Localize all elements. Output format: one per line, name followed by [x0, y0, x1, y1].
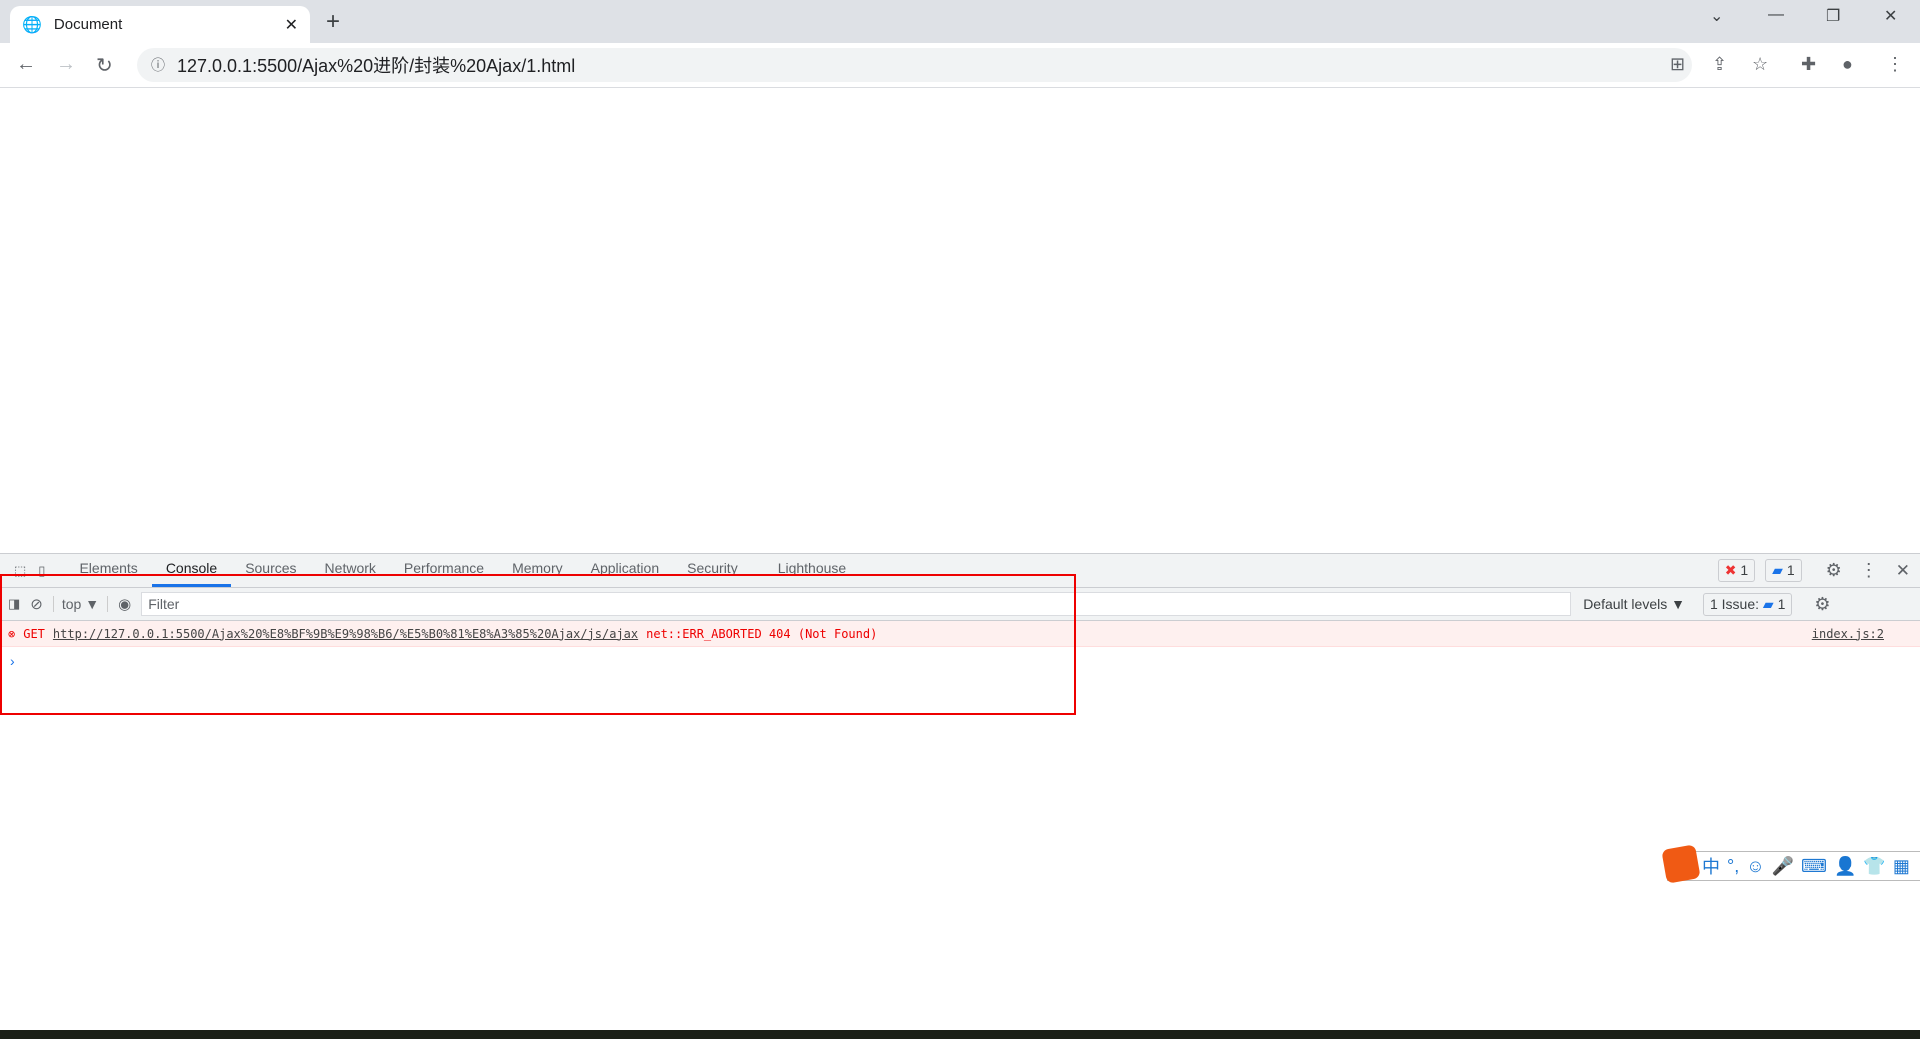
- settings-icon[interactable]: ⚙: [1826, 560, 1842, 581]
- tab-memory[interactable]: Memory: [498, 553, 577, 587]
- address-bar[interactable]: ⓘ 127.0.0.1:5500/Ajax%20进阶/封装%20Ajax/1.h…: [137, 48, 1692, 82]
- skin-shirt-icon[interactable]: 👕: [1863, 856, 1885, 877]
- reload-button[interactable]: ↻: [96, 53, 113, 78]
- profile-avatar[interactable]: ●: [1842, 54, 1853, 75]
- tab-sources[interactable]: Sources: [231, 553, 310, 587]
- error-message: net::ERR_ABORTED 404 (Not Found): [646, 626, 878, 641]
- keyboard-icon[interactable]: ⌨: [1801, 856, 1827, 877]
- close-tab-icon[interactable]: ✕: [285, 15, 298, 35]
- minimize-button[interactable]: —: [1768, 6, 1784, 24]
- console-toolbar: ◨ ⊘ top ▼ ◉ Filter Default levels ▼ 1 Is…: [0, 588, 1920, 621]
- tab-network[interactable]: Network: [311, 553, 390, 587]
- tab-search-icon[interactable]: ⌄: [1710, 6, 1723, 26]
- message-count: 1: [1786, 562, 1795, 578]
- issues-count: 1: [1777, 595, 1786, 612]
- globe-icon: 🌐: [22, 16, 42, 34]
- console-prompt[interactable]: ›: [0, 647, 1920, 675]
- browser-toolbar: ← → ↻ ⓘ 127.0.0.1:5500/Ajax%20进阶/封装%20Aj…: [0, 43, 1920, 88]
- error-count: 1: [1740, 562, 1749, 578]
- forward-button[interactable]: →: [56, 53, 76, 76]
- sidebar-toggle-icon[interactable]: ◨: [8, 596, 20, 612]
- browser-tab[interactable]: 🌐 Document ✕: [10, 6, 310, 43]
- user-icon[interactable]: 👤: [1834, 856, 1856, 877]
- message-icon: ▰: [1762, 595, 1774, 612]
- console-settings-icon[interactable]: ⚙: [1814, 594, 1830, 615]
- message-count-badge[interactable]: ▰ 1: [1765, 559, 1802, 582]
- issues-button[interactable]: 1 Issue: ▰ 1: [1702, 592, 1793, 616]
- tab-performance[interactable]: Performance: [390, 553, 498, 587]
- toolbox-grid-icon[interactable]: ▦: [1893, 856, 1910, 877]
- error-method: GET: [23, 626, 45, 641]
- tab-strip: 🌐 Document ✕ + ⌄ — ❐ ✕: [0, 0, 1920, 43]
- error-icon: ✖: [1724, 562, 1737, 578]
- devtools-panel: ⬚ ▯ Elements Console Sources Network Per…: [0, 553, 1920, 1030]
- tab-application[interactable]: Application: [577, 553, 674, 587]
- chinese-mode-icon[interactable]: 中: [1702, 853, 1720, 879]
- tab-lighthouse[interactable]: Lighthouse: [764, 553, 861, 587]
- error-icon: ⊗: [8, 626, 16, 641]
- url-text: 127.0.0.1:5500/Ajax%20进阶/封装%20Ajax/1.htm…: [177, 56, 576, 76]
- live-expression-eye-icon[interactable]: ◉: [118, 595, 131, 613]
- log-levels-dropdown[interactable]: Default levels ▼: [1583, 596, 1685, 612]
- message-icon: ▰: [1772, 562, 1783, 578]
- extensions-icon[interactable]: ✚: [1801, 54, 1816, 75]
- console-error-row: ⊗ GET http://127.0.0.1:5500/Ajax%20%E8%B…: [0, 621, 1920, 647]
- error-count-badge[interactable]: ✖ 1: [1717, 559, 1756, 582]
- translate-icon[interactable]: ⊞: [1670, 54, 1685, 75]
- device-toolbar-icon[interactable]: ▯: [32, 563, 65, 587]
- issues-label: 1 Issue:: [1709, 595, 1760, 612]
- tab-elements[interactable]: Elements: [65, 553, 151, 587]
- tab-title: Document: [53, 16, 123, 33]
- share-icon[interactable]: ⇪: [1712, 54, 1727, 75]
- close-window-button[interactable]: ✕: [1884, 6, 1897, 26]
- tab-console[interactable]: Console: [151, 553, 232, 587]
- restore-button[interactable]: ❐: [1826, 6, 1840, 26]
- filter-input[interactable]: Filter: [141, 592, 1572, 616]
- ime-toolbar: 中 °, ☺ 🎤 ⌨ 👤 👕 ▦: [1661, 844, 1920, 884]
- back-button[interactable]: ←: [16, 53, 36, 76]
- close-devtools-icon[interactable]: ✕: [1896, 561, 1910, 581]
- new-tab-button[interactable]: +: [326, 8, 340, 36]
- bookmark-star-icon[interactable]: ☆: [1752, 54, 1768, 75]
- error-source-link[interactable]: index.js:2: [1812, 627, 1884, 641]
- info-icon[interactable]: ⓘ: [151, 55, 165, 75]
- taskbar: [0, 1030, 1920, 1039]
- sogou-logo[interactable]: [1661, 844, 1701, 884]
- clear-console-icon[interactable]: ⊘: [30, 595, 43, 613]
- more-options-icon[interactable]: ⋮: [1860, 560, 1878, 581]
- microphone-icon[interactable]: 🎤: [1772, 856, 1794, 877]
- emoji-icon[interactable]: ☺: [1746, 856, 1764, 877]
- devtools-tabs: ⬚ ▯ Elements Console Sources Network Per…: [0, 554, 1920, 588]
- inspect-element-icon[interactable]: ⬚: [0, 563, 32, 587]
- menu-icon[interactable]: ⋮: [1886, 54, 1904, 75]
- punctuation-icon[interactable]: °,: [1727, 856, 1739, 877]
- tab-security[interactable]: Security: [673, 553, 752, 587]
- error-url-link[interactable]: http://127.0.0.1:5500/Ajax%20%E8%BF%9B%E…: [53, 627, 638, 641]
- context-selector[interactable]: top ▼: [52, 596, 109, 612]
